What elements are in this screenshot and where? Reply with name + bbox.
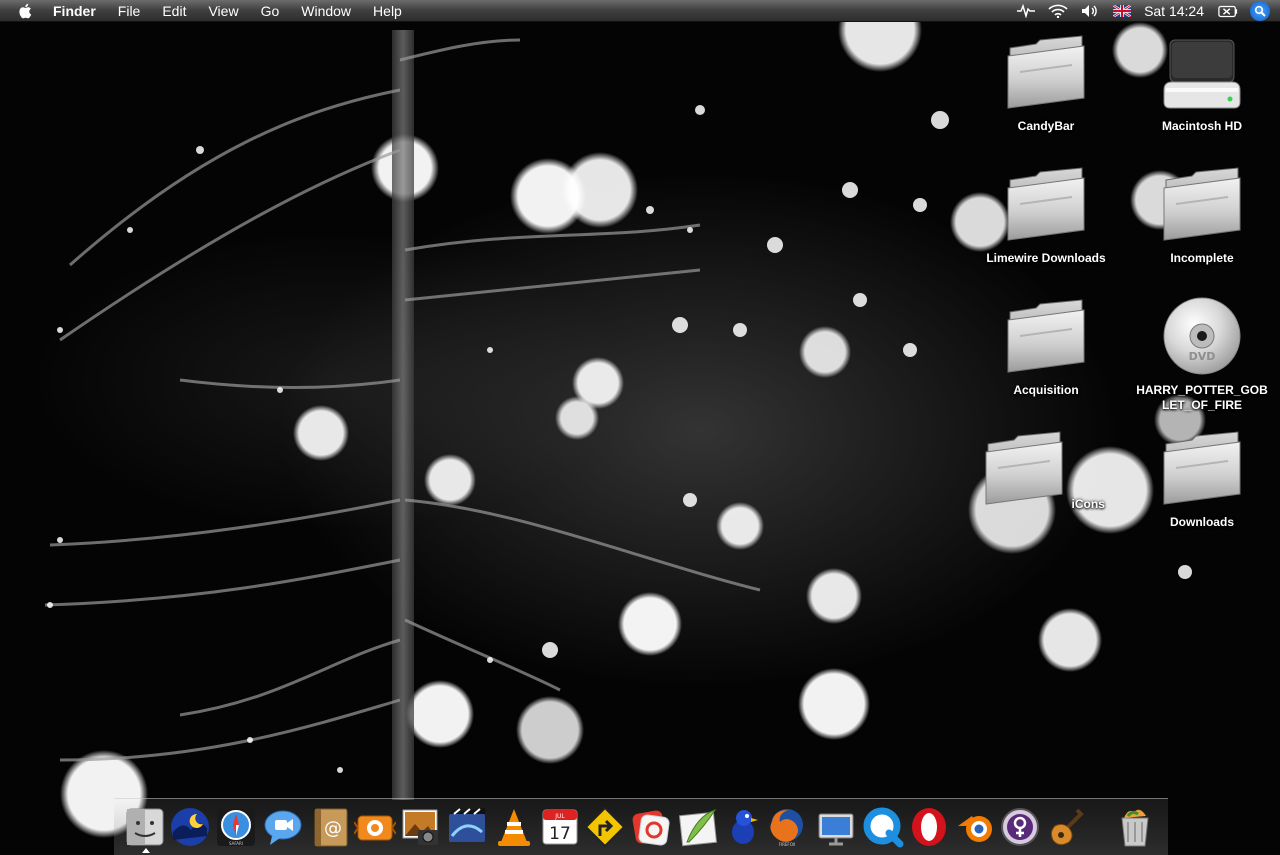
dock-address-book[interactable]: @ bbox=[309, 806, 351, 848]
safari-icon: SAFARI bbox=[217, 808, 255, 846]
dock-imovie[interactable] bbox=[446, 806, 488, 848]
desktop-icon-harry-potter-dvd[interactable]: DVD HARRY_POTTER_GOBLET_OF_FIRE bbox=[1132, 296, 1272, 414]
menu-app-finder[interactable]: Finder bbox=[53, 3, 96, 19]
candybar-icon bbox=[354, 815, 396, 841]
desktop-icon-label: iCons bbox=[1071, 497, 1105, 511]
dock-ical[interactable]: JUL 17 bbox=[539, 806, 581, 848]
transmit-icon bbox=[584, 806, 626, 848]
dock-vlc[interactable] bbox=[493, 806, 535, 848]
hard-drive-icon bbox=[1163, 39, 1241, 109]
desktop-icon-icons[interactable]: iCons bbox=[976, 428, 1116, 513]
folder-icon bbox=[1006, 164, 1086, 244]
ical-icon: JUL 17 bbox=[542, 809, 578, 845]
dock-firefox[interactable]: FIREFOX bbox=[766, 806, 808, 848]
desktop-icon-candybar[interactable]: CandyBar bbox=[976, 32, 1116, 135]
firefox-icon: FIREFOX bbox=[770, 809, 803, 847]
menu-clock[interactable]: Sat 14:24 bbox=[1144, 3, 1204, 19]
desktop-icon-label: Downloads bbox=[1169, 515, 1234, 529]
desktop-icon-label: CandyBar bbox=[1017, 119, 1075, 133]
dvd-icon: DVD bbox=[1163, 297, 1241, 375]
ichat-icon bbox=[264, 810, 302, 845]
dock-quicktime[interactable] bbox=[862, 806, 904, 848]
desktop-icon-label: HARRY_POTTER_GOBLET_OF_FIRE bbox=[1136, 383, 1268, 412]
dock-network[interactable] bbox=[815, 806, 857, 848]
folder-icon bbox=[984, 428, 1064, 508]
imovie-icon bbox=[449, 808, 485, 842]
dock-opera[interactable] bbox=[908, 806, 950, 848]
uk-flag-icon[interactable] bbox=[1112, 3, 1132, 19]
running-indicator bbox=[142, 848, 150, 853]
desktop-icon-incomplete[interactable]: Incomplete bbox=[1132, 164, 1272, 267]
dock-trash[interactable] bbox=[1114, 806, 1156, 848]
preview-icon bbox=[678, 809, 718, 847]
finder-icon bbox=[126, 808, 164, 846]
desktop-icon-label: Incomplete bbox=[1170, 251, 1234, 265]
folder-icon bbox=[1162, 164, 1242, 244]
svg-text:@: @ bbox=[324, 818, 342, 839]
desktop-icon-downloads[interactable]: Downloads bbox=[1132, 428, 1272, 531]
wifi-icon[interactable] bbox=[1048, 3, 1068, 19]
vlc-icon bbox=[498, 809, 530, 846]
trash-icon bbox=[1121, 809, 1149, 847]
dock-finder[interactable] bbox=[124, 806, 166, 848]
quicktime-icon bbox=[863, 807, 904, 848]
menu-file[interactable]: File bbox=[118, 3, 141, 19]
garageband-icon bbox=[1050, 808, 1084, 846]
folder-icon bbox=[1006, 32, 1086, 112]
dock-garageband[interactable] bbox=[1045, 806, 1087, 848]
safari-caption: SAFARI bbox=[229, 841, 243, 846]
iphoto-icon bbox=[402, 809, 438, 845]
dock-ichat[interactable] bbox=[262, 806, 304, 848]
dock-safari[interactable]: SAFARI bbox=[215, 806, 257, 848]
dock-blender[interactable] bbox=[954, 806, 996, 848]
menu-help[interactable]: Help bbox=[373, 3, 402, 19]
dock-adium[interactable] bbox=[722, 806, 764, 848]
ical-day: 17 bbox=[549, 824, 571, 844]
spotlight-icon[interactable] bbox=[1250, 1, 1270, 21]
network-icon bbox=[818, 813, 854, 846]
dock-candybar[interactable] bbox=[354, 806, 396, 848]
dock-preview[interactable] bbox=[677, 806, 719, 848]
menu-go[interactable]: Go bbox=[261, 3, 280, 19]
desktop-icon-macintosh-hd[interactable]: Macintosh HD bbox=[1132, 32, 1272, 135]
camino-icon bbox=[171, 808, 209, 846]
adium-icon bbox=[732, 810, 758, 844]
firefox-caption: FIREFOX bbox=[779, 842, 796, 847]
desktop-icon-label: Macintosh HD bbox=[1161, 119, 1242, 133]
dvd-label: DVD bbox=[1189, 350, 1216, 363]
desktop-icon-label: Limewire Downloads bbox=[986, 251, 1106, 265]
menu-extras: Sat 14:24 bbox=[1016, 0, 1280, 22]
folder-icon bbox=[1006, 296, 1086, 376]
volume-icon[interactable] bbox=[1080, 3, 1100, 19]
dock-camino[interactable] bbox=[169, 806, 211, 848]
apple-menu-icon[interactable] bbox=[17, 2, 35, 20]
menu-window[interactable]: Window bbox=[301, 3, 351, 19]
menu-bar: Finder File Edit View Go Window Help Sat… bbox=[0, 0, 1280, 22]
dock-adium-duck[interactable] bbox=[999, 806, 1041, 848]
folder-icon bbox=[1162, 428, 1242, 508]
menu-view[interactable]: View bbox=[208, 3, 238, 19]
adium-duck-icon bbox=[1001, 808, 1039, 846]
dock-transmit[interactable] bbox=[584, 806, 626, 848]
growl-icon bbox=[632, 810, 670, 846]
desktop-icon-acquisition[interactable]: Acquisition bbox=[976, 296, 1116, 399]
blender-icon bbox=[958, 816, 992, 842]
opera-icon bbox=[912, 808, 946, 846]
dock-iphoto[interactable] bbox=[400, 806, 442, 848]
battery-icon[interactable] bbox=[1218, 3, 1238, 19]
dock-growl[interactable] bbox=[630, 806, 672, 848]
menu-edit[interactable]: Edit bbox=[162, 3, 186, 19]
ical-month: JUL bbox=[554, 813, 565, 820]
desktop-icon-label: Acquisition bbox=[1013, 383, 1079, 397]
address-book-icon: @ bbox=[314, 808, 348, 847]
desktop-icon-limewire-downloads[interactable]: Limewire Downloads bbox=[976, 164, 1116, 267]
activity-icon[interactable] bbox=[1016, 3, 1036, 19]
